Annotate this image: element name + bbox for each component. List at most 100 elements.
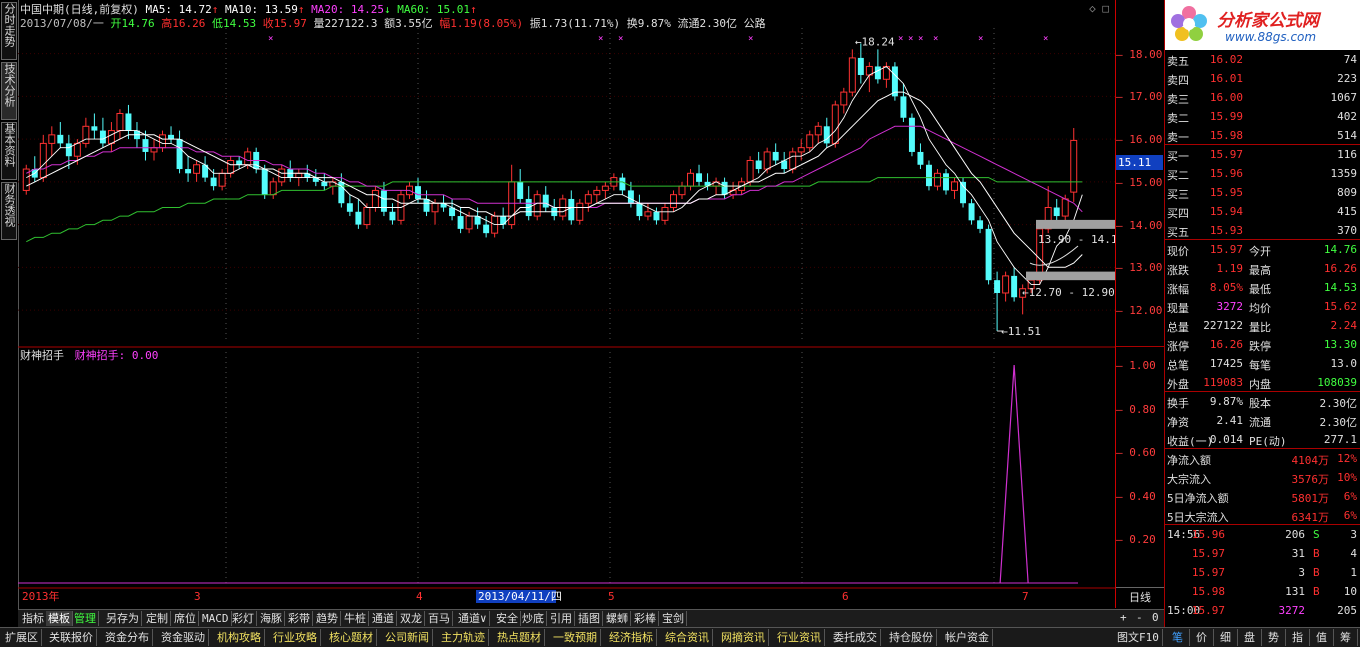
stat-label: 总笔 [1167,359,1189,372]
zoom-out-button[interactable]: - [1136,611,1143,624]
panel-tab[interactable]: 值 [1310,629,1334,646]
bid-price: 15.97 [1209,148,1243,161]
info-btn[interactable]: 行业攻略 [270,629,321,646]
panel-tab[interactable]: 细 [1214,629,1238,646]
zoom-reset-button[interactable]: 0 [1152,611,1159,624]
candle [670,190,677,212]
indicator-btn[interactable]: 彩带 [286,611,313,626]
stat-label: PE(动) [1249,435,1287,448]
stat-label: 现量 [1167,302,1189,315]
panel-tab[interactable]: 盘 [1238,629,1262,646]
panel-tab[interactable]: 指 [1286,629,1310,646]
stat-label: 净资 [1167,416,1189,429]
info-btn[interactable]: 委托成交 [830,629,881,646]
signal-marker: × [978,34,983,44]
stat-value: 2.30亿 [1319,397,1358,410]
info-btn[interactable]: 行业资讯 [774,629,825,646]
left-tab-bar: 分时走势 技术分析 基本资料 财务透视 [0,0,19,610]
stat-value: 14.53 [1323,281,1357,294]
indicator-btn[interactable]: 趋势 [314,611,341,626]
info-btn[interactable]: 一致预期 [550,629,601,646]
tab-intraday[interactable]: 分时走势 [1,2,17,60]
indicator-btn[interactable]: 定制 [144,611,171,626]
zoom-in-button[interactable]: + [1120,611,1127,624]
flow-percent: 10% [1337,471,1357,484]
flow-percent: 6% [1343,490,1357,503]
tick-price: 15.97 [1191,604,1225,617]
indicator-btn[interactable]: 炒底 [520,611,547,626]
tick-row: 15.98 131 B 10 [1165,582,1360,601]
tab-finance[interactable]: 财务透视 [1,182,17,240]
info-btn[interactable]: 综合资讯 [662,629,713,646]
stat-value: 1.19 [1216,262,1244,275]
info-btn[interactable]: 扩展区 [2,629,42,646]
indicator-btn[interactable]: 双龙 [398,611,425,626]
ask-volume: 402 [1337,110,1357,123]
period-label[interactable]: 日线 [1116,587,1164,608]
info-btn[interactable]: 核心题材 [326,629,377,646]
bid-price: 15.95 [1209,186,1243,199]
resistance-band [1036,219,1115,229]
indicator-btn[interactable]: 海豚 [258,611,285,626]
candle [601,181,609,199]
info-btn[interactable]: 资金分布 [102,629,153,646]
panel-tab[interactable]: 筹 [1334,629,1358,646]
ask-label: 卖二 [1167,112,1189,125]
indicator-btn[interactable]: 彩灯 [230,611,257,626]
panel-tab[interactable]: 势 [1262,629,1286,646]
stat-label: 外盘 [1167,378,1189,391]
indicator-header: 财神招手 财神招手: 0.00 [20,349,159,362]
candle [900,83,907,123]
info-btn[interactable]: 关联报价 [46,629,97,646]
indicator-toolbar: 指标 模板 管理 另存为 定制 席位 MACD 彩灯 海豚 彩带 趋势 牛桩 通道 双龙 百马 通道∨ 安全 炒底… [18,609,1116,627]
tab-basic-info-label: 基本资料 [3,123,16,167]
info-btn[interactable]: 公司新闻 [382,629,433,646]
indicator-btn[interactable]: 插图 [576,611,603,626]
info-btn[interactable]: 帐户资金 [942,629,993,646]
f10-button[interactable]: 图文F10 [1114,629,1163,646]
indicator-btn[interactable]: MACD [200,611,232,626]
chart-area[interactable]: 中国中期(日线,前复权) MA5: 14.72↑ MA10: 13.59↑ MA… [18,0,1115,608]
candle [687,169,694,191]
stat-row: 涨跌 1.19 最高 16.26 [1165,259,1360,278]
tab-basic-info[interactable]: 基本资料 [1,122,17,180]
price-axis-label: — 14.00 [1116,218,1163,232]
indicator-btn[interactable]: 通道∨ [456,611,490,626]
candle [653,207,660,225]
indicator-btn[interactable]: 牛桩 [342,611,369,626]
indicator-btn[interactable]: 螺蛳 [604,611,631,626]
info-btn[interactable]: 主力轨迹 [438,629,489,646]
info-btn[interactable]: 网摘资讯 [718,629,769,646]
indicator-btn[interactable]: 通道 [370,611,397,626]
ask-row: 卖五 16.02 74 [1165,50,1360,69]
indicator-btn[interactable]: 宝剑 [660,611,687,626]
indicator-btn[interactable]: 彩棒 [632,611,659,626]
indicator-btn[interactable]: 模板 [46,611,73,626]
candle [797,139,805,161]
info-btn[interactable]: 机构攻略 [214,629,265,646]
candle [678,181,686,199]
indicator-btn[interactable]: 另存为 [104,611,142,626]
logo-area: 分析家公式网 www.88gs.com [1165,0,1360,50]
flow-label: 净流入额 [1167,454,1211,467]
tab-technical[interactable]: 技术分析 [1,62,17,120]
panel-tab[interactable]: 价 [1190,629,1214,646]
indicator-btn[interactable]: 百马 [426,611,453,626]
ask-row: 卖四 16.01 223 [1165,69,1360,88]
info-btn[interactable]: 经济指标 [606,629,657,646]
indicator-btn[interactable]: 安全 [494,611,521,626]
indicator-btn[interactable]: 席位 [172,611,199,626]
indicator-btn[interactable]: 引用 [548,611,575,626]
info-btn[interactable]: 资金驱动 [158,629,209,646]
candle [951,177,958,199]
bid-label: 买五 [1167,226,1189,239]
panel-tab[interactable]: 笔 [1166,629,1190,646]
indicator-value: 0.00 [131,349,159,362]
tick-volume: 3 [1298,566,1305,579]
info-btn[interactable]: 持仓股份 [886,629,937,646]
info-btn[interactable]: 热点题材 [494,629,545,646]
indicator-btn[interactable]: 管理 [72,611,99,626]
tick-row: 15.97 31 B 4 [1165,544,1360,563]
indicator-btn[interactable]: 指标 [20,611,47,626]
zoom-controls: + - 0 [1116,609,1164,627]
